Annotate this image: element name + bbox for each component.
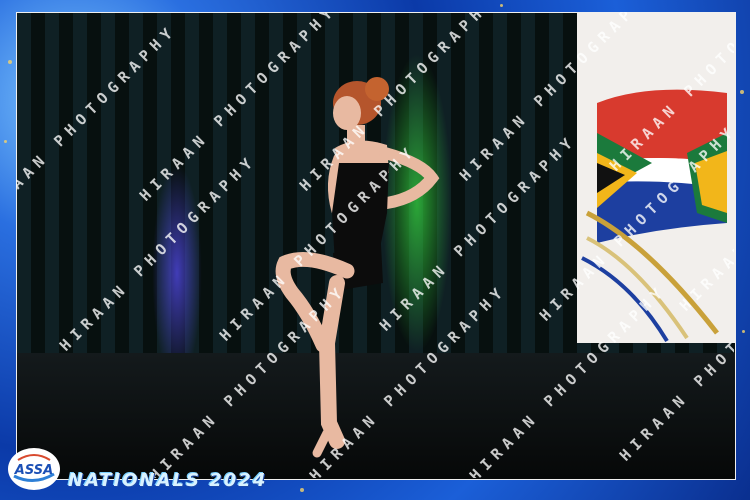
sparkle [8, 60, 12, 64]
dancer-photo [16, 12, 736, 480]
sparkle [500, 4, 503, 7]
event-title: NATIONALS 2024 [68, 470, 268, 491]
sparkle [740, 90, 744, 94]
sparkle [300, 488, 304, 492]
logo-text: ASSA [14, 463, 53, 478]
sparkle [4, 140, 7, 143]
assa-logo-icon: ASSA [8, 448, 60, 490]
sparkle [742, 330, 745, 333]
dancer-figure [275, 77, 440, 458]
